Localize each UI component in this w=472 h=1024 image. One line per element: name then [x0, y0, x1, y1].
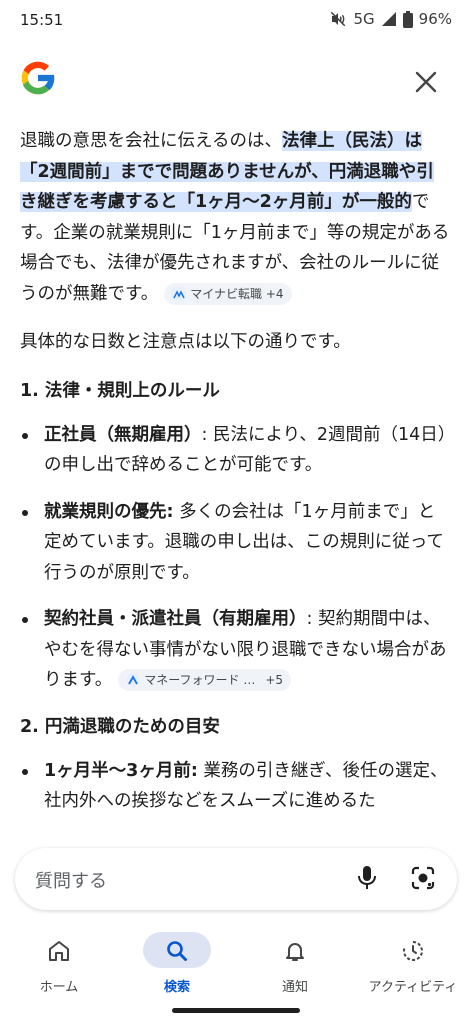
activity-icon: [400, 939, 426, 963]
nav-activity-label: アクティビティ: [368, 980, 458, 995]
section-heading: 1. 法律・規則上のルール: [20, 380, 220, 401]
home-icon: [46, 939, 72, 963]
mic-icon: [358, 866, 376, 889]
nav-activity[interactable]: アクティビティ: [354, 926, 472, 1010]
list-item-term: 契約社員・派遣社員（有期雇用）: [44, 609, 307, 629]
list-item: 就業規則の優先: 多くの会社は「1ヶ月前まで」と定めています。退職の申し出は、こ…: [20, 497, 450, 589]
source-chip-count: +5: [265, 673, 284, 687]
network-label: 5G: [353, 10, 375, 28]
close-icon: [415, 71, 437, 93]
battery-icon: [402, 10, 413, 28]
signal-icon: [381, 11, 397, 27]
nav-search-label: 検索: [163, 980, 190, 995]
nav-search[interactable]: 検索: [118, 926, 236, 1010]
status-time: 15:51: [20, 11, 64, 29]
answer-intro: 退職の意思を会社に伝えるのは、法律上（民法）は「2週間前」までで問題ありませんが…: [20, 126, 450, 309]
source-chip[interactable]: マネーフォワード … +5: [118, 669, 292, 691]
nav-home[interactable]: ホーム: [0, 926, 118, 1010]
ask-input-placeholder[interactable]: 質問する: [35, 867, 107, 893]
mute-icon: [329, 10, 347, 28]
ask-bar[interactable]: 質問する: [15, 848, 457, 910]
status-bar: 15:51 5G 96%: [0, 0, 472, 42]
source-chip[interactable]: マイナビ転職 +4: [164, 282, 292, 305]
list-item: 契約社員・派遣社員（有期雇用）: 契約期間中は、やむを得ない事情がない限り退職で…: [20, 604, 450, 696]
google-logo-icon: [17, 57, 59, 99]
nav-home-label: ホーム: [39, 980, 79, 995]
close-button[interactable]: [404, 60, 448, 104]
status-icons: 5G 96%: [329, 10, 452, 28]
bell-icon: [282, 939, 308, 963]
list-item-term: 就業規則の優先:: [44, 501, 174, 522]
ai-answer: 退職の意思を会社に伝えるのは、法律上（民法）は「2週間前」までで問題ありませんが…: [20, 126, 450, 833]
search-icon: [164, 939, 190, 963]
mic-button[interactable]: [356, 865, 378, 895]
moneyforward-logo-icon: [126, 673, 141, 687]
source-chip-label: マネーフォワード …: [144, 673, 256, 687]
list-item: 正社員（無期雇用）: 民法により、2週間前（14日）の申し出で辞めることが可能で…: [20, 420, 450, 481]
intro-text: 退職の意思を会社に伝えるのは、: [20, 131, 282, 151]
bottom-nav: ホーム 検索 通知 アクティビティ: [0, 926, 472, 1010]
list-item: 1ヶ月半〜3ヶ月前: 業務の引き継ぎ、後任の選定、社内外への挨拶などをスムーズに…: [20, 756, 450, 817]
nav-notifications-label: 通知: [281, 980, 308, 995]
camera-lens-icon: [411, 866, 435, 890]
list-item-term: 正社員（無期雇用）: [44, 424, 202, 445]
section2-list: 1ヶ月半〜3ヶ月前: 業務の引き継ぎ、後任の選定、社内外への挨拶などをスムーズに…: [20, 756, 450, 817]
lens-button[interactable]: [410, 865, 436, 895]
mynavi-logo-icon: [172, 286, 187, 301]
answer-lead: 具体的な日数と注意点は以下の通りです。: [20, 332, 351, 352]
nav-notifications[interactable]: 通知: [236, 926, 354, 1010]
section-heading: 2. 円満退職のための目安: [20, 716, 220, 737]
gesture-bar[interactable]: [172, 1008, 300, 1013]
section1-list: 正社員（無期雇用）: 民法により、2週間前（14日）の申し出で辞めることが可能で…: [20, 420, 450, 696]
battery-percent: 96%: [418, 10, 452, 28]
source-chip-label: マイナビ転職 +4: [190, 286, 284, 301]
list-item-term: 1ヶ月半〜3ヶ月前:: [44, 760, 198, 781]
